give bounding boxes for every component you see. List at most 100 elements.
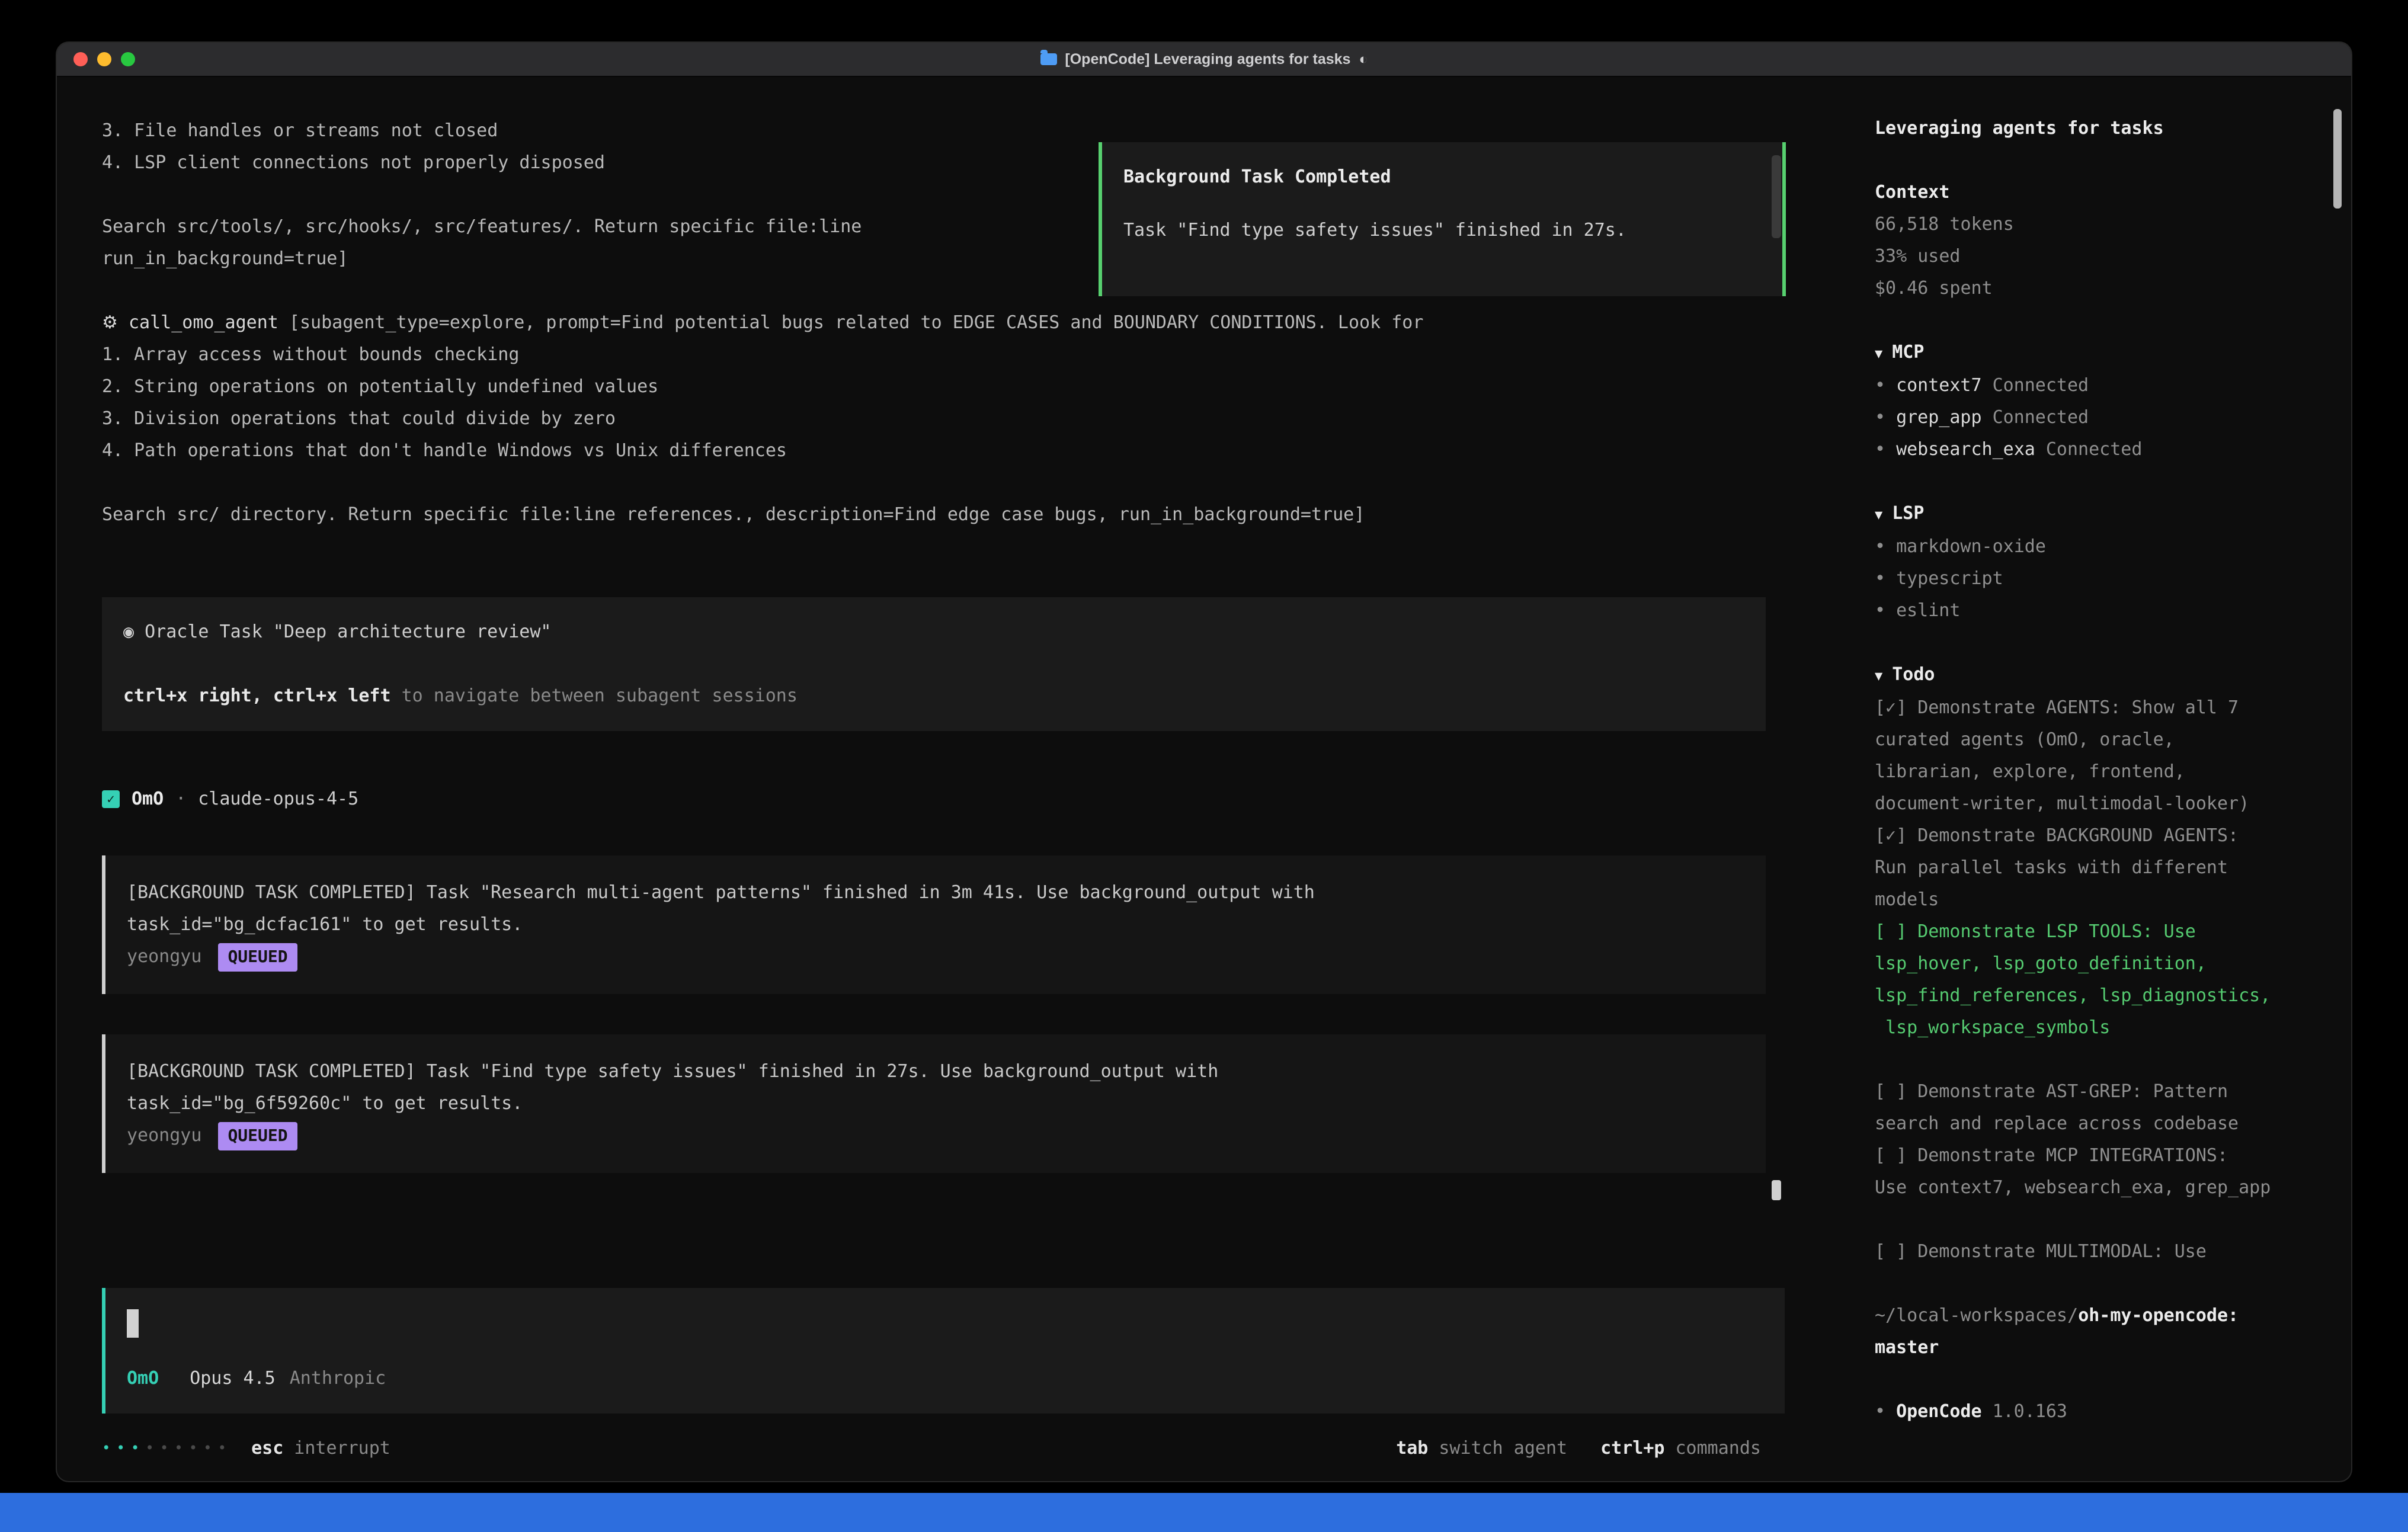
session-sidebar: Leveraging agents for tasks Context 66,5… — [1787, 77, 2351, 1481]
ctrlp-key-label: commands — [1676, 1432, 1762, 1464]
spinner-dots-icon: ••••••••• — [102, 1432, 232, 1464]
oracle-icon: ◉ — [123, 621, 134, 642]
tab-key-label: switch agent — [1439, 1432, 1567, 1464]
todo-heading[interactable]: ▼Todo — [1875, 659, 2297, 692]
lsp-heading[interactable]: ▼LSP — [1875, 498, 2297, 531]
todo-item: [ ] Demonstrate AST-GREP: Pattern search… — [1875, 1076, 2297, 1140]
zoom-button[interactable] — [121, 52, 135, 66]
lsp-item: •markdown-oxide — [1875, 531, 2297, 563]
oracle-task-panel: ◉ Oracle Task "Deep architecture review"… — [102, 597, 1766, 731]
status-badge: QUEUED — [218, 943, 297, 971]
bullet-icon: • — [1875, 568, 1885, 589]
context-spent: $0.46 spent — [1875, 273, 2297, 305]
ctrlp-key-hint: ctrl+p — [1600, 1432, 1664, 1464]
message-user: yeongyu — [127, 941, 201, 973]
tab-key-hint: tab — [1396, 1432, 1428, 1464]
minimize-button[interactable] — [97, 52, 111, 66]
message-user: yeongyu — [127, 1120, 201, 1152]
status-bar-left: ••••••••• esc interrupt — [102, 1432, 390, 1464]
esc-key-label: interrupt — [294, 1432, 390, 1464]
close-button[interactable] — [73, 52, 88, 66]
blank-line — [102, 467, 1787, 499]
input-line[interactable] — [127, 1307, 1763, 1339]
tool-call-line: ⚙ call_omo_agent [subagent_type=explore,… — [102, 307, 1787, 339]
text-cursor — [127, 1309, 139, 1337]
input-model-name: Opus 4.5 — [190, 1363, 276, 1395]
todo-item: [ ] Demonstrate LSP TOOLS: Use lsp_hover… — [1875, 916, 2297, 1044]
esc-key-hint: esc — [251, 1432, 283, 1464]
bullet-icon: • — [1875, 536, 1885, 557]
mcp-item: •context7Connected — [1875, 370, 2297, 402]
context-tokens: 66,518 tokens — [1875, 209, 2297, 241]
message-text: task_id="bg_dcfac161" to get results. — [127, 909, 1744, 941]
tool-call-name: call_omo_agent — [129, 312, 278, 333]
terminal-line: 2. String operations on potentially unde… — [102, 371, 1787, 403]
shortcut-keys: ctrl+x right, ctrl+x left — [123, 685, 391, 706]
flex-spacer — [102, 1173, 1787, 1288]
message-text: [BACKGROUND TASK COMPLETED] Task "Find t… — [127, 1056, 1744, 1088]
bullet-icon: • — [1875, 438, 1885, 460]
status-bar: ••••••••• esc interrupt tab switch agent… — [102, 1432, 1787, 1464]
terminal-line: 1. Array access without bounds checking — [102, 339, 1787, 371]
mcp-section: ▼MCP •context7Connected •grep_appConnect… — [1875, 336, 2297, 466]
oracle-navigation-hint: ctrl+x right, ctrl+x left to navigate be… — [123, 680, 1744, 712]
desktop: [OpenCode] Leveraging agents for tasks ◐… — [0, 0, 2408, 1532]
background-task-message: [BACKGROUND TASK COMPLETED] Task "Resear… — [102, 855, 1766, 994]
main-content: 3. File handles or streams not closed 4.… — [57, 77, 2351, 1481]
agent-checkbox-icon: ✓ — [102, 790, 120, 808]
folder-icon — [1040, 53, 1056, 65]
message-text: [BACKGROUND TASK COMPLETED] Task "Resear… — [127, 877, 1744, 909]
terminal-line: Search src/ directory. Return specific f… — [102, 499, 1787, 531]
status-bar-right: tab switch agent ctrl+p commands — [1396, 1432, 1761, 1464]
context-section: Context 66,518 tokens 33% used $0.46 spe… — [1875, 177, 2297, 305]
message-meta: yeongyu QUEUED — [127, 941, 1744, 973]
oracle-task-title: ◉ Oracle Task "Deep architecture review" — [123, 616, 1744, 648]
lsp-section: ▼LSP •markdown-oxide •typescript •eslint — [1875, 498, 2297, 627]
context-used: 33% used — [1875, 241, 2297, 273]
app-name: OpenCode — [1896, 1400, 1982, 1422]
scrollbar-thumb[interactable] — [2333, 109, 2342, 209]
prompt-input[interactable]: OmO Opus 4.5 Anthropic — [102, 1288, 1785, 1414]
agent-header: ✓ OmO · claude-opus-4-5 — [102, 783, 1787, 815]
mcp-item: •grep_appConnected — [1875, 402, 2297, 434]
scrollbar-thumb[interactable] — [1772, 1180, 1781, 1200]
bullet-icon: • — [1875, 406, 1885, 428]
app-version: 1.0.163 — [1993, 1400, 2067, 1422]
mcp-item: •websearch_exaConnected — [1875, 434, 2297, 466]
agent-name: OmO — [132, 783, 164, 815]
version-line: • OpenCode 1.0.163 — [1875, 1396, 2297, 1428]
window-title-text: [OpenCode] Leveraging agents for tasks — [1065, 43, 1350, 75]
background-task-toast: Background Task Completed Task "Find typ… — [1099, 142, 1786, 296]
blank-line — [1123, 193, 1761, 214]
lsp-item: •eslint — [1875, 595, 2297, 627]
lsp-item: •typescript — [1875, 563, 2297, 595]
scrollbar-thumb[interactable] — [1772, 155, 1781, 238]
input-meta: OmO Opus 4.5 Anthropic — [127, 1363, 1763, 1395]
background-task-message: [BACKGROUND TASK COMPLETED] Task "Find t… — [102, 1034, 1766, 1173]
terminal-line: 3. Division operations that could divide… — [102, 403, 1787, 435]
bullet-icon: • — [1875, 1400, 1885, 1422]
session-status-icon: ◐ — [1359, 43, 1368, 75]
todo-item: [ ] Demonstrate MCP INTEGRATIONS: Use co… — [1875, 1140, 2297, 1204]
context-heading: Context — [1875, 177, 2297, 209]
traffic-lights — [57, 52, 135, 66]
toast-title: Background Task Completed — [1123, 161, 1761, 193]
status-badge: QUEUED — [218, 1121, 297, 1150]
titlebar[interactable]: [OpenCode] Leveraging agents for tasks ◐ — [57, 43, 2351, 77]
todo-section: ▼Todo [✓] Demonstrate AGENTS: Show all 7… — [1875, 659, 2297, 1268]
session-title: Leveraging agents for tasks — [1875, 113, 2297, 145]
message-meta: yeongyu QUEUED — [127, 1120, 1744, 1152]
collapse-triangle-icon: ▼ — [1875, 507, 1882, 523]
input-provider-name: Anthropic — [290, 1363, 386, 1395]
workspace-branch: master — [1875, 1332, 2297, 1364]
tool-call-args: [subagent_type=explore, prompt=Find pote… — [289, 312, 1424, 333]
mcp-heading[interactable]: ▼MCP — [1875, 336, 2297, 370]
agent-model: claude-opus-4-5 — [198, 783, 358, 815]
todo-item: [✓] Demonstrate AGENTS: Show all 7 curat… — [1875, 692, 2297, 820]
workspace-path: ~/local-workspaces/oh-my-opencode: — [1875, 1300, 2297, 1332]
input-agent-name: OmO — [127, 1363, 159, 1395]
blank-line — [123, 648, 1744, 680]
gear-icon: ⚙ — [102, 312, 118, 333]
terminal-line: 4. Path operations that don't handle Win… — [102, 435, 1787, 467]
bullet-icon: • — [1875, 374, 1885, 396]
